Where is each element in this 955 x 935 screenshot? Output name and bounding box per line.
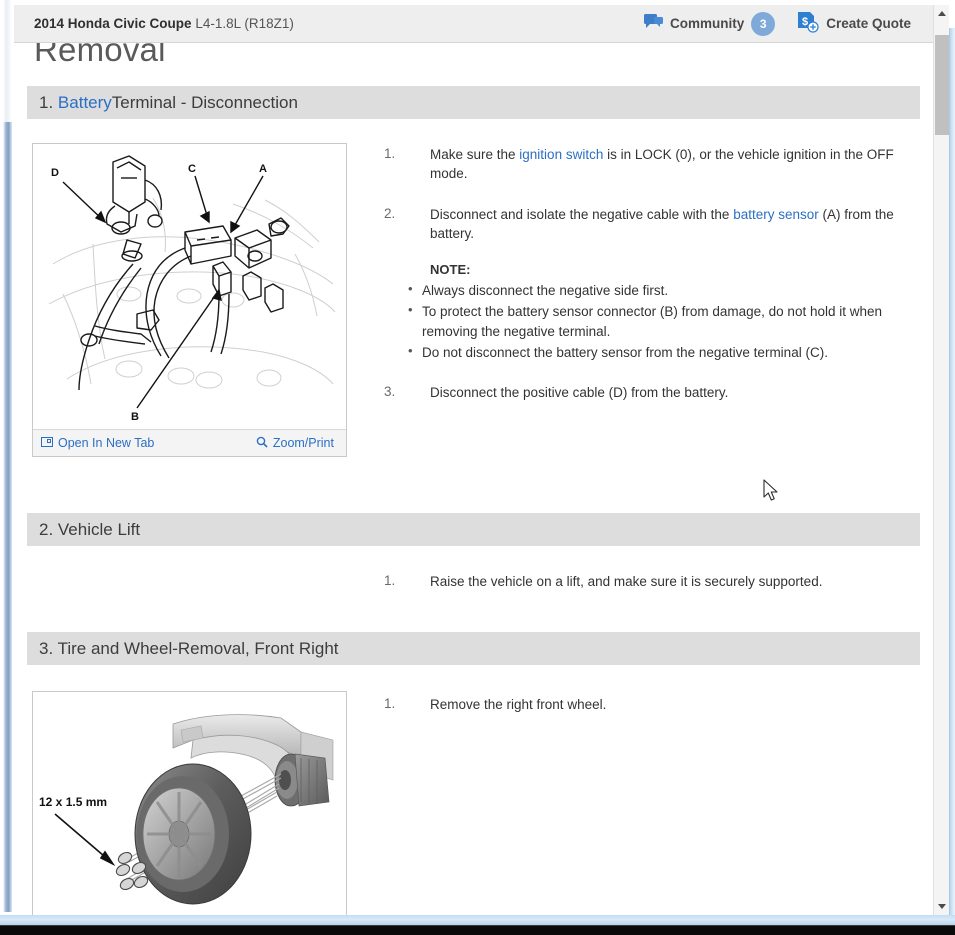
- steps-list-section-2: 1. Raise the vehicle on a lift, and make…: [384, 572, 929, 603]
- left-edge-top: [3, 0, 12, 122]
- step-text: Make sure the ignition switch is in LOCK…: [430, 145, 929, 183]
- window-bottom-dark-strip: [0, 925, 955, 935]
- scrollbar-thumb[interactable]: [935, 35, 949, 135]
- document-scroll-area[interactable]: Removal 1. Battery Terminal - Disconnect…: [14, 5, 935, 915]
- open-in-new-tab-label: Open In New Tab: [58, 436, 155, 450]
- vehicle-model: 2014 Honda Civic Coupe: [34, 16, 192, 31]
- svg-text:C: C: [188, 163, 196, 175]
- step-item: 1. Raise the vehicle on a lift, and make…: [384, 572, 929, 591]
- note-bullet-list: Always disconnect the negative side firs…: [392, 280, 929, 363]
- step-text: Disconnect the positive cable (D) from t…: [430, 384, 729, 400]
- step-item: 3. Disconnect the positive cable (D) fro…: [384, 383, 929, 402]
- step-text: Raise the vehicle on a lift, and make su…: [430, 574, 823, 589]
- note-label: NOTE:: [430, 261, 471, 277]
- open-in-new-tab-icon: [41, 436, 53, 451]
- community-count-badge: 3: [751, 11, 776, 36]
- scroll-down-arrow[interactable]: [934, 898, 950, 915]
- scroll-up-arrow[interactable]: [934, 5, 950, 22]
- step-text: Remove the right front wheel.: [430, 697, 607, 712]
- step-item: 2. Disconnect and isolate the negative c…: [384, 205, 929, 243]
- step-item: 1. Remove the right front wheel.: [384, 695, 929, 714]
- vertical-scrollbar[interactable]: [933, 5, 950, 915]
- figure-panel-wheel: 12 x 1.5 mm: [32, 691, 347, 915]
- step-text-part: Make sure the: [430, 147, 520, 162]
- battery-sensor-link[interactable]: battery sensor: [733, 207, 819, 222]
- svg-text:A: A: [259, 163, 267, 175]
- step-text-part: Disconnect and isolate the negative cabl…: [430, 207, 734, 223]
- comment-bubbles-icon: [643, 14, 663, 33]
- section-3-title: 3. Tire and Wheel-Removal, Front Right: [39, 638, 339, 658]
- window-right-edge: [949, 0, 955, 935]
- dollar-document-add-icon: $: [797, 11, 819, 36]
- note-bullet: To protect the battery sensor connector …: [408, 301, 929, 341]
- community-label: Community: [669, 16, 745, 31]
- vehicle-title: 2014 Honda Civic Coupe L4-1.8L (R18Z1): [34, 16, 294, 31]
- create-quote-label: Create Quote: [826, 16, 911, 31]
- right-edge-white: [949, 0, 955, 28]
- step-text: Disconnect and isolate the negative cabl…: [430, 205, 929, 243]
- figure-image-front-wheel-removal[interactable]: 12 x 1.5 mm: [33, 692, 346, 915]
- figure-panel-battery: D C A B Open In New Tab Zoom/Print: [32, 143, 347, 457]
- window-left-edge: [0, 0, 14, 935]
- community-button[interactable]: Community 3: [643, 11, 776, 36]
- application-window: Removal 1. Battery Terminal - Disconnect…: [0, 0, 955, 935]
- open-in-new-tab-link[interactable]: Open In New Tab: [41, 436, 154, 451]
- figure-image-battery-terminal[interactable]: D C A B: [33, 144, 346, 429]
- step-item: 1. Make sure the ignition switch is in L…: [384, 145, 929, 183]
- create-quote-button[interactable]: $ Create Quote: [797, 11, 911, 36]
- step-number: 1.: [384, 696, 396, 711]
- step-number: 1.: [384, 573, 396, 588]
- section-1-title-rest: Terminal - Disconnection: [111, 92, 298, 112]
- left-edge-blue-strip: [3, 122, 12, 912]
- vehicle-engine: L4-1.8L (R18Z1): [195, 16, 294, 31]
- section-header-battery-terminal[interactable]: 1. Battery Terminal - Disconnection: [27, 86, 920, 119]
- section-header-tire-wheel-removal[interactable]: 3. Tire and Wheel-Removal, Front Right: [27, 632, 920, 665]
- note-bullet: Always disconnect the negative side firs…: [408, 280, 929, 301]
- zoom-print-link[interactable]: Zoom/Print: [256, 436, 334, 451]
- steps-list-section-3: 1. Remove the right front wheel.: [384, 695, 929, 726]
- section-header-vehicle-lift[interactable]: 2. Vehicle Lift: [27, 513, 920, 546]
- svg-text:$: $: [802, 16, 808, 28]
- step-number: 3.: [384, 383, 396, 399]
- section-1-number: 1.: [39, 92, 54, 112]
- svg-text:B: B: [131, 411, 139, 423]
- ignition-switch-link[interactable]: ignition switch: [519, 147, 603, 162]
- triangle-up-icon: [938, 11, 946, 16]
- vehicle-header-bar: 2014 Honda Civic Coupe L4-1.8L (R18Z1) C…: [14, 5, 935, 43]
- step-number: 1.: [384, 146, 396, 161]
- zoom-print-label: Zoom/Print: [272, 436, 334, 450]
- triangle-down-icon: [938, 904, 946, 909]
- section-1-battery-link[interactable]: Battery: [58, 93, 112, 113]
- figure-2-callout-text: 12 x 1.5 mm: [39, 795, 107, 809]
- window-bottom-bar: [0, 915, 955, 925]
- steps-list-section-1: 1. Make sure the ignition switch is in L…: [384, 145, 929, 414]
- magnifier-icon: [256, 436, 268, 451]
- note-bullet: Do not disconnect the battery sensor fro…: [408, 342, 929, 363]
- step-number: 2.: [384, 206, 396, 222]
- section-2-title: 2. Vehicle Lift: [39, 519, 141, 539]
- svg-text:D: D: [51, 167, 59, 179]
- header-actions: Community 3 $ Create Quote: [643, 11, 911, 36]
- figure-toolbar-battery: Open In New Tab Zoom/Print: [33, 429, 346, 456]
